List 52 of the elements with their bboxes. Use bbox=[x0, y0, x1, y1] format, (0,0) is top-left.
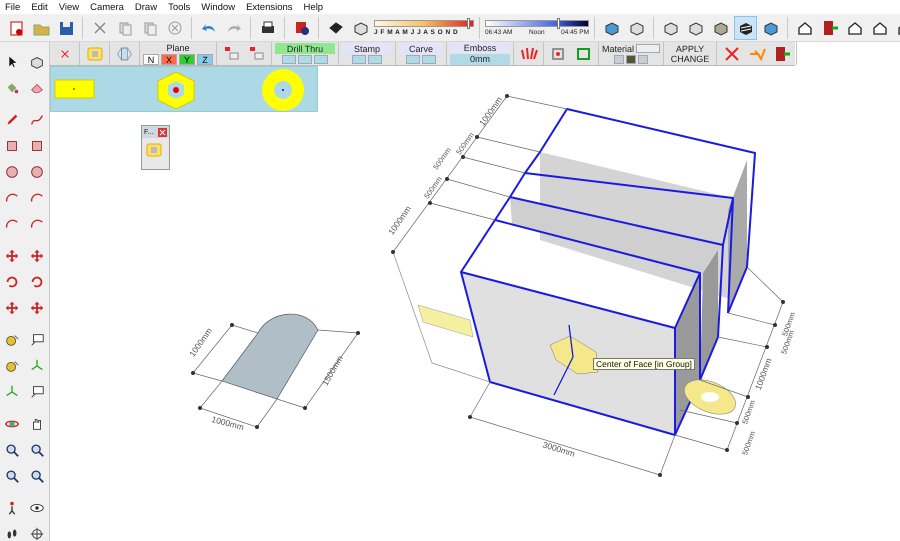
mode-tab[interactable]: Stamp bbox=[342, 43, 392, 54]
mode-tab[interactable]: Drill Thru bbox=[275, 43, 335, 54]
dimension-endpoint bbox=[445, 177, 449, 181]
slider-thumb[interactable] bbox=[557, 18, 560, 28]
menu-item[interactable]: Tools bbox=[168, 2, 190, 12]
mode-tab[interactable]: Emboss bbox=[450, 42, 510, 53]
dimension-endpoint bbox=[746, 395, 750, 399]
material-preview bbox=[626, 54, 636, 64]
dimension-endpoint bbox=[773, 323, 777, 327]
axis-button[interactable]: N bbox=[143, 54, 159, 64]
dimension-endpoint bbox=[735, 421, 739, 425]
menu-item[interactable]: Extensions bbox=[246, 2, 293, 12]
dimension-label: 1000mm bbox=[210, 414, 246, 432]
dimension-endpoint bbox=[356, 331, 360, 335]
menu-item[interactable]: Window bbox=[201, 2, 236, 12]
slider-thumb[interactable] bbox=[467, 18, 470, 28]
menu-item[interactable]: File bbox=[5, 2, 20, 12]
dimension-endpoint bbox=[475, 135, 479, 139]
menu-item[interactable]: Draw bbox=[134, 2, 158, 12]
axis-button[interactable]: Y bbox=[179, 54, 195, 64]
date-slider[interactable] bbox=[374, 20, 474, 26]
dimension-endpoint bbox=[428, 201, 432, 205]
striped-cube-icon[interactable] bbox=[734, 16, 757, 40]
time-slider[interactable] bbox=[485, 20, 589, 26]
dimension-endpoint bbox=[781, 300, 785, 304]
close-button[interactable] bbox=[158, 128, 167, 136]
dimension-endpoint bbox=[391, 250, 395, 254]
material-swatch[interactable] bbox=[636, 44, 660, 53]
plane-label: Plane bbox=[166, 42, 190, 52]
material-label: Material bbox=[602, 44, 634, 54]
apply-change-button[interactable]: APPLY CHANGE bbox=[667, 44, 714, 64]
tooltip: Center of Face [in Group] bbox=[593, 358, 695, 370]
menu-item[interactable]: View bbox=[58, 2, 80, 12]
menu-item[interactable]: Edit bbox=[31, 2, 48, 12]
axis-button[interactable]: Z bbox=[197, 54, 213, 64]
dimension-endpoint bbox=[505, 94, 509, 98]
rectangle-marker bbox=[54, 80, 94, 98]
dimension-endpoint bbox=[765, 345, 769, 349]
dimension-endpoint bbox=[658, 473, 662, 477]
dimension-endpoint bbox=[303, 406, 307, 410]
dimension-endpoint bbox=[468, 415, 472, 419]
dimension-endpoint bbox=[191, 371, 195, 375]
dimension-endpoint bbox=[198, 406, 202, 410]
mode-tab[interactable]: Carve bbox=[399, 43, 443, 54]
emboss-depth-field[interactable]: 0mm bbox=[450, 54, 510, 65]
menu-item[interactable]: Camera bbox=[90, 2, 124, 12]
menu-item[interactable]: Help bbox=[304, 2, 324, 12]
dimension-endpoint bbox=[230, 323, 234, 327]
dimension-endpoint bbox=[725, 448, 729, 452]
dimension-endpoint bbox=[255, 425, 259, 429]
axis-button[interactable]: X bbox=[161, 54, 177, 64]
dimension-endpoint bbox=[461, 155, 465, 159]
